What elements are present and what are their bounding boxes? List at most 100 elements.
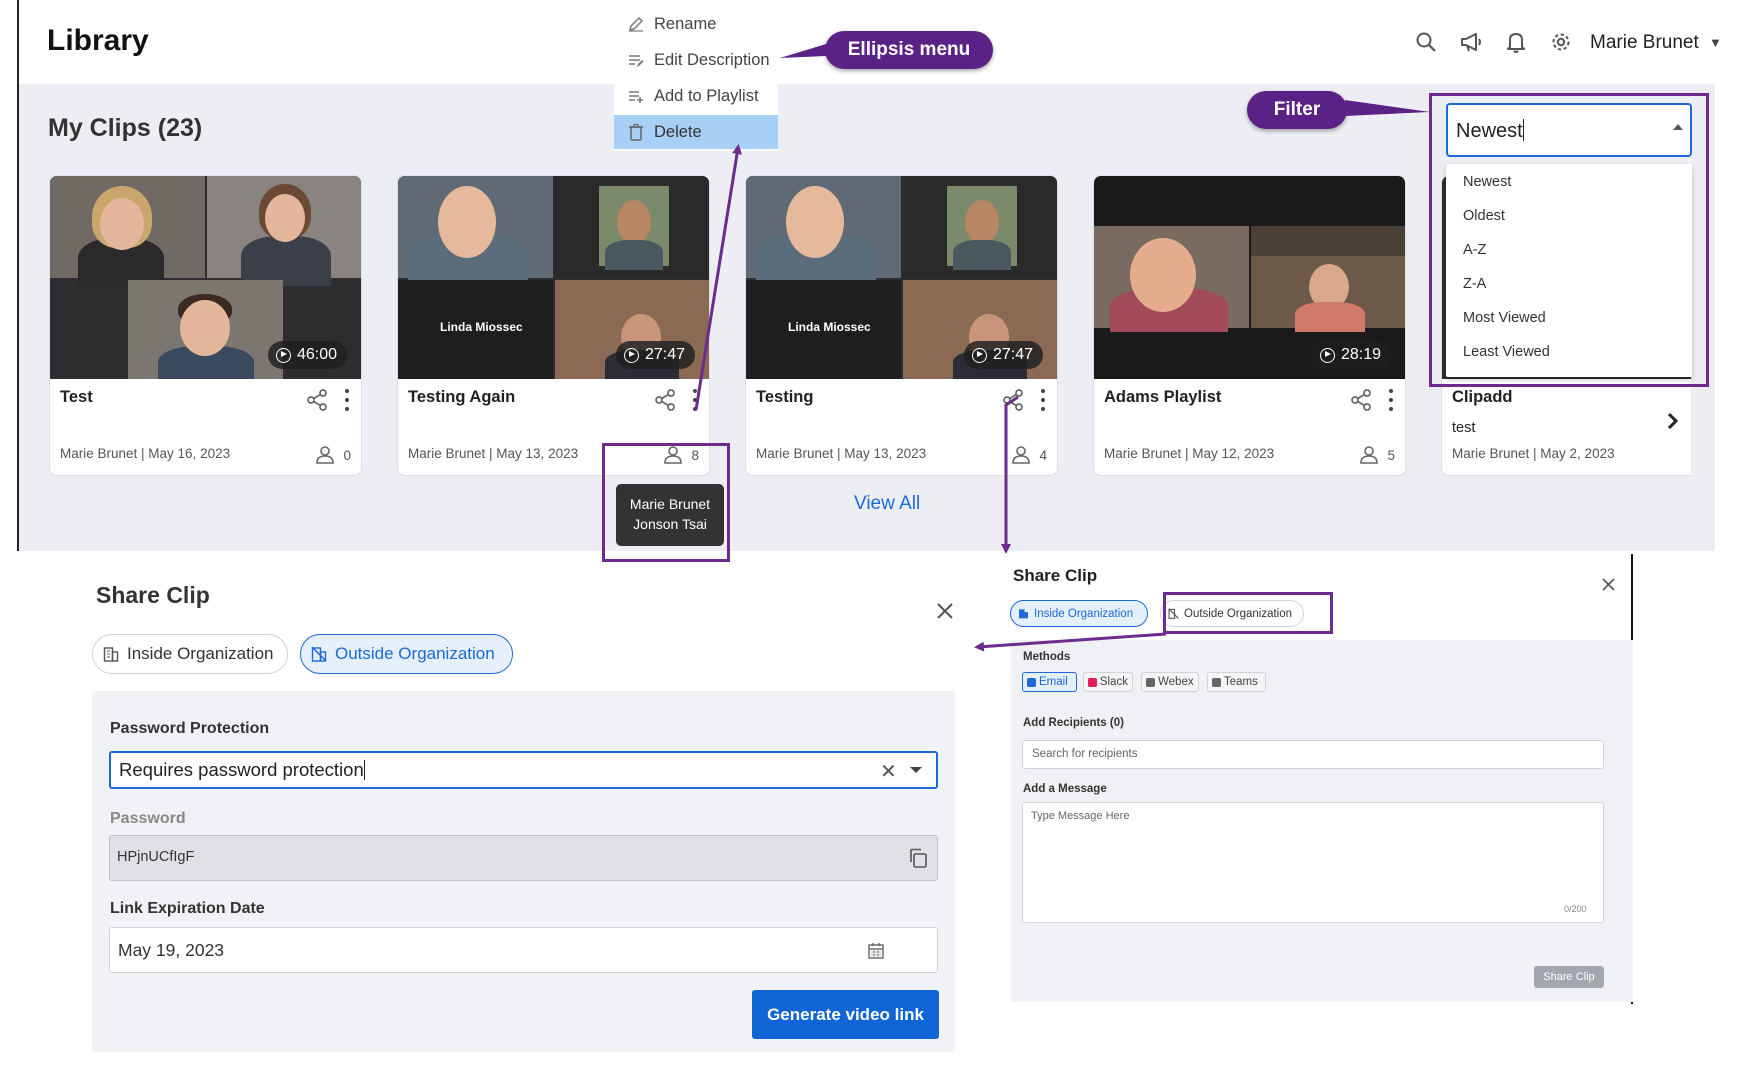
clip-meta: Marie Brunet | May 12, 2023 [1104,446,1275,461]
view-all-link[interactable]: View All [854,493,920,515]
menu-item-label: Add to Playlist [654,86,759,105]
clip-thumbnail[interactable]: Linda Miossec 27:47 [398,176,709,379]
copy-icon[interactable] [908,848,928,868]
clip-thumbnail[interactable]: Linda Miossec 27:47 [746,176,1057,379]
duration-text: 27:47 [644,346,685,363]
menu-item-edit-description[interactable]: Edit Description [614,43,778,77]
generate-video-link-button[interactable]: Generate video link [752,990,939,1039]
clip-title[interactable]: Adams Playlist [1104,388,1221,407]
filter-option[interactable]: Least Viewed [1463,344,1550,360]
clip-card[interactable]: Linda Miossec 27:47 Testing Marie Brunet… [745,175,1058,476]
ellipsis-icon[interactable] [1039,389,1047,411]
method-webex[interactable]: Webex [1141,672,1199,692]
filter-option[interactable]: Oldest [1463,208,1505,224]
link-expiration-label: Link Expiration Date [110,900,265,917]
person-icon [316,446,335,464]
clip-thumbnail[interactable]: 46:00 [50,176,361,379]
webex-icon [1146,677,1155,687]
search-icon[interactable] [1412,28,1440,56]
method-email[interactable]: Email [1022,672,1077,692]
clip-meta: Marie Brunet | May 16, 2023 [60,446,231,461]
clip-title[interactable]: Testing Again [408,388,515,407]
clip-thumbnail[interactable]: 28:19 [1094,176,1405,379]
play-icon [1319,347,1335,363]
viewer-count[interactable]: 4 [1011,446,1047,464]
clip-title[interactable]: Test [60,388,93,407]
tab-outside-organization[interactable]: Outside Organization [300,634,513,674]
building-icon [1019,609,1028,619]
clip-title[interactable]: Testing [756,388,813,407]
ellipsis-icon[interactable] [1387,389,1395,411]
share-icon[interactable] [653,388,677,412]
message-char-counter: 0/200 [1564,904,1587,914]
filter-select[interactable]: Newest [1446,103,1692,157]
filter-option[interactable]: Z-A [1463,276,1486,292]
expiration-date-value: May 19, 2023 [118,940,225,960]
calendar-icon[interactable] [868,942,884,959]
megaphone-icon[interactable] [1457,28,1485,56]
chevron-right-icon[interactable] [1666,411,1680,431]
tooltip-line: Jonson Tsai [633,516,707,532]
menu-item-label: Edit Description [654,50,770,69]
clear-icon[interactable]: ✕ [880,759,897,784]
filter-option[interactable]: Newest [1463,174,1511,190]
person-icon [1360,446,1379,464]
filter-options-list: Newest Oldest A-Z Z-A Most Viewed Least … [1446,164,1692,377]
share-icon[interactable] [305,388,329,412]
clip-card[interactable]: Linda Miossec 27:47 Testing Again Marie … [397,175,710,476]
clip-title[interactable]: Clipadd [1452,388,1513,407]
password-protection-value: Requires password protection [119,759,364,780]
chevron-down-icon[interactable]: ▼ [1709,35,1722,50]
close-icon[interactable] [1602,578,1615,591]
filter-option[interactable]: A-Z [1463,242,1486,258]
participant-name: Linda Miossec [788,320,871,334]
user-menu-name[interactable]: Marie Brunet [1590,32,1699,54]
add-message-label: Add a Message [1023,783,1107,795]
password-field: HPjnUCfIgF [109,835,938,881]
gear-icon[interactable] [1547,28,1575,56]
ellipsis-icon[interactable] [691,389,699,411]
caret-down-icon[interactable] [910,767,922,773]
clip-card[interactable]: 28:19 Adams Playlist Marie Brunet | May … [1093,175,1406,476]
tab-inside-organization[interactable]: Inside Organization [1010,600,1148,627]
share-icon[interactable] [1001,388,1025,412]
slack-icon [1088,677,1097,687]
menu-item-delete[interactable]: Delete [614,115,778,149]
duration-badge: 27:47 [615,341,695,369]
ellipsis-menu-callout: Ellipsis menu [825,31,993,69]
pencil-icon [628,16,644,32]
method-teams[interactable]: Teams [1207,672,1266,692]
filter-option[interactable]: Most Viewed [1463,310,1546,326]
close-icon[interactable] [936,602,954,620]
message-textarea[interactable]: Type Message Here [1022,802,1604,923]
viewer-count-text: 4 [1039,447,1047,463]
building-icon [103,647,119,662]
expiration-date-field[interactable]: May 19, 2023 [109,927,938,973]
password-value: HPjnUCfIgF [117,849,195,865]
filter-value: Newest [1456,120,1523,142]
outside-tab-highlight-box [1163,592,1333,634]
viewer-count[interactable]: 5 [1359,446,1395,464]
tab-label: Inside Organization [1034,607,1134,620]
share-clip-title: Share Clip [96,582,210,608]
duration-text: 27:47 [992,346,1033,363]
method-label: Teams [1224,676,1258,688]
caret-up-icon[interactable] [1673,124,1683,130]
recipients-search-input[interactable]: Search for recipients [1022,740,1604,769]
share-icon[interactable] [1349,388,1373,412]
method-slack[interactable]: Slack [1083,672,1133,692]
clip-card[interactable]: 46:00 Test Marie Brunet | May 16, 2023 0 [49,175,362,476]
duration-badge: 27:47 [963,341,1043,369]
person-icon [1012,446,1031,464]
clip-meta: Marie Brunet | May 13, 2023 [408,446,579,461]
teams-icon [1212,677,1221,687]
share-clip-button[interactable]: Share Clip [1534,966,1604,988]
viewer-count[interactable]: 0 [315,446,351,464]
menu-item-rename[interactable]: Rename [614,7,778,41]
menu-item-add-to-playlist[interactable]: Add to Playlist [614,79,778,113]
ellipsis-icon[interactable] [343,389,351,411]
tab-inside-organization[interactable]: Inside Organization [92,634,288,674]
email-icon [1027,677,1036,687]
password-protection-select[interactable]: Requires password protection [109,751,938,789]
bell-icon[interactable] [1502,28,1530,56]
